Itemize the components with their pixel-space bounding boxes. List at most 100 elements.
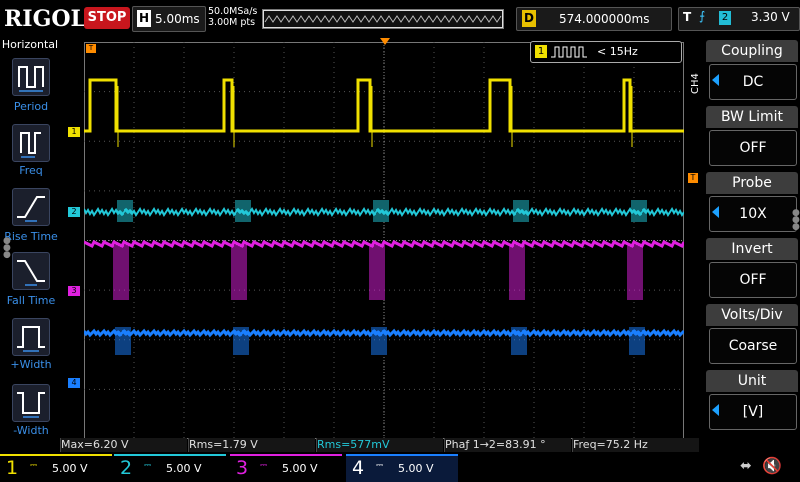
rise-time-icon (17, 196, 45, 222)
memory-depth: 3.00M pts (208, 17, 256, 28)
horizontal-measure-menu: Horizontal Period Freq Rise Time Fall Ti… (0, 38, 60, 438)
probe-title: Probe (706, 172, 798, 194)
run-stop-button[interactable]: STOP (84, 7, 130, 29)
positive-width-label: +Width (10, 358, 52, 371)
probe-button[interactable]: Probe 10X (706, 172, 798, 234)
ch4-tab[interactable]: 4 ⎓ 5.00 V (346, 454, 458, 482)
volts-div-value: Coarse (709, 328, 797, 364)
period-label: Period (13, 100, 49, 113)
unit-title: Unit (706, 370, 798, 392)
brand-logo: RIGOL (4, 6, 86, 32)
invert-button[interactable]: Invert OFF (706, 238, 798, 300)
scope-canvas (82, 42, 686, 439)
channel-status-bar: 1 ⎓ 5.00 V 2 ⎓ 5.00 V 3 ⎓ 5.00 V 4 ⎓ 5.0… (0, 454, 800, 482)
measurement-item[interactable]: Rms=577mV (316, 438, 443, 452)
delay-value: 574.000000ms (559, 12, 650, 26)
dc-coupling-icon: ⎓ (260, 461, 268, 471)
measurement-item[interactable]: Freq=75.2 Hz (572, 438, 699, 452)
rising-edge-icon: ⨍ (699, 9, 706, 23)
speaker-muted-icon[interactable]: 🔇 (762, 456, 782, 475)
dc-coupling-icon: ⎓ (144, 461, 152, 471)
active-channel-label: CH4 (690, 73, 701, 94)
memory-overview-wave (263, 10, 503, 28)
coupling-arrow-icon (712, 74, 719, 86)
volts-div-button[interactable]: Volts/Div Coarse (706, 304, 798, 366)
invert-title: Invert (706, 238, 798, 260)
frequency-text: < 15Hz (597, 45, 638, 58)
ch1-offset-marker[interactable]: 1 (68, 127, 80, 137)
ch1-scale: 5.00 V (52, 462, 88, 475)
ch3-scale: 5.00 V (282, 462, 318, 475)
period-button[interactable] (12, 58, 50, 96)
channel-frequency-readout: 1 < 15Hz (530, 41, 682, 63)
bw-limit-button[interactable]: BW Limit OFF (706, 106, 798, 168)
ch2-number: 2 (120, 457, 133, 479)
ch3-tab[interactable]: 3 ⎓ 5.00 V (230, 454, 342, 482)
menu-title: Horizontal (1, 38, 59, 51)
timebase-box[interactable]: H 5.00ms (132, 6, 206, 32)
trigger-time-marker[interactable] (380, 38, 390, 45)
channel-settings-menu: Coupling DC BW Limit OFF Probe 10X Inver… (704, 38, 800, 438)
delay-label: D (522, 10, 536, 27)
usb-icon: ⬌ (740, 458, 752, 474)
fall-time-icon (17, 260, 45, 286)
ch2-scale: 5.00 V (166, 462, 202, 475)
ch4-offset-marker[interactable]: 4 (68, 378, 80, 388)
rise-time-button[interactable] (12, 188, 50, 226)
negative-width-icon (17, 392, 45, 418)
volts-div-title: Volts/Div (706, 304, 798, 326)
unit-button[interactable]: Unit [V] (706, 370, 798, 432)
probe-arrow-icon (712, 206, 719, 218)
period-icon (18, 66, 44, 92)
more-dots-icon: ● ● ● (3, 236, 11, 260)
negative-width-label: -Width (13, 424, 49, 437)
ch2-offset-marker[interactable]: 2 (68, 207, 80, 217)
waveform-display[interactable] (82, 42, 686, 439)
trigger-position-marker[interactable]: T (86, 44, 96, 53)
measurement-item[interactable]: Phaƒ 1→2=83.91 ° (444, 438, 571, 452)
trigger-level: 3.30 V (751, 10, 790, 24)
coupling-title: Coupling (706, 40, 798, 62)
coupling-button[interactable]: Coupling DC (706, 40, 798, 102)
ch1-number: 1 (6, 457, 19, 479)
fall-time-button[interactable] (12, 252, 50, 290)
delay-box[interactable]: D 574.000000ms (516, 7, 672, 31)
ch4-number: 4 (352, 457, 365, 479)
measurement-item[interactable]: Rms=1.79 V (188, 438, 315, 452)
measurement-item[interactable]: Max=6.20 V (60, 438, 187, 452)
positive-width-icon (17, 326, 45, 352)
timebase-value: 5.00ms (155, 12, 200, 26)
ch2-tab[interactable]: 2 ⎓ 5.00 V (114, 454, 226, 482)
ch3-offset-marker[interactable]: 3 (68, 286, 80, 296)
dc-coupling-icon: ⎓ (30, 461, 38, 471)
bw-limit-title: BW Limit (706, 106, 798, 128)
ch1-tab[interactable]: 1 ⎓ 5.00 V (0, 454, 112, 482)
acquisition-info: 50.0MSa/s 3.00M pts (208, 6, 257, 28)
measurement-bar: Max=6.20 V Rms=1.79 V Rms=577mV Phaƒ 1→2… (60, 438, 700, 453)
trigger-box[interactable]: T ⨍ 2 3.30 V (678, 7, 800, 31)
trigger-source: 2 (719, 11, 731, 25)
ch4-scale: 5.00 V (398, 462, 434, 475)
sample-rate: 50.0MSa/s (208, 6, 258, 17)
channel-badge: 1 (535, 45, 547, 58)
dc-coupling-icon: ⎓ (376, 461, 384, 471)
coupling-value: DC (709, 64, 797, 100)
invert-value: OFF (709, 262, 797, 298)
memory-overview-bar[interactable] (262, 9, 504, 29)
freq-icon (20, 132, 41, 158)
top-status-bar: RIGOL STOP H 5.00ms 50.0MSa/s 3.00M pts … (0, 0, 800, 36)
unit-value: [V] (709, 394, 797, 430)
freq-button[interactable] (12, 124, 50, 162)
ch3-number: 3 (236, 457, 249, 479)
positive-width-button[interactable] (12, 318, 50, 356)
square-wave-icon (551, 46, 587, 58)
fall-time-label: Fall Time (6, 294, 56, 307)
probe-value: 10X (709, 196, 797, 232)
trigger-level-marker[interactable]: T (688, 173, 698, 183)
negative-width-button[interactable] (12, 384, 50, 422)
unit-arrow-icon (712, 404, 719, 416)
horizontal-label: H (137, 10, 151, 27)
right-more-dots-icon: ● ● ● (792, 208, 800, 232)
bw-limit-value: OFF (709, 130, 797, 166)
freq-label: Freq (19, 164, 43, 177)
